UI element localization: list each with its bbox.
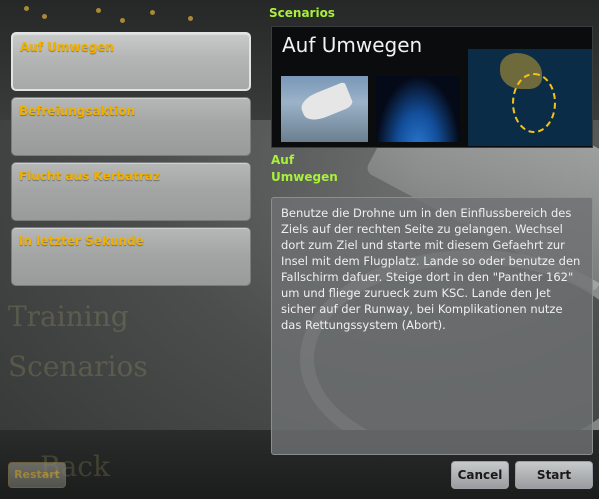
scenario-item-auf-umwegen[interactable]: Auf Umwegen <box>11 32 251 91</box>
plane-shape <box>297 81 355 125</box>
scenario-description: Benutze die Drohne um in den Einflussber… <box>281 206 581 332</box>
scenario-preview-banner: Auf Umwegen <box>271 26 593 148</box>
scenario-label: Auf Umwegen <box>20 40 114 54</box>
scenario-item-befreiungsaktion[interactable]: Befreiungsaktion <box>11 97 251 156</box>
preview-title: Auf Umwegen <box>282 33 423 57</box>
background-faint-text: Scenarios <box>8 350 148 383</box>
scenario-label: Befreiungsaktion <box>19 104 136 118</box>
scenario-item-flucht-aus-kerbatraz[interactable]: Flucht aus Kerbatraz <box>11 162 251 221</box>
cancel-button[interactable]: Cancel <box>451 461 509 489</box>
scenario-label: Flucht aus Kerbatraz <box>19 169 160 183</box>
plane-thumbnail <box>281 76 368 142</box>
map-thumbnail <box>468 49 592 146</box>
background-faint-text: Training <box>8 300 129 333</box>
start-button[interactable]: Start <box>515 461 593 489</box>
restart-button[interactable]: Restart <box>8 462 66 488</box>
orbit-thumbnail <box>376 76 460 142</box>
page-title: Scenarios <box>269 6 335 20</box>
scenario-name: Auf Umwegen <box>271 153 338 184</box>
map-route-loop <box>512 73 556 133</box>
scenario-label: In letzter Sekunde <box>19 234 144 248</box>
scenario-item-in-letzter-sekunde[interactable]: In letzter Sekunde <box>11 227 251 286</box>
scenario-description-box[interactable]: Benutze die Drohne um in den Einflussber… <box>271 197 593 455</box>
